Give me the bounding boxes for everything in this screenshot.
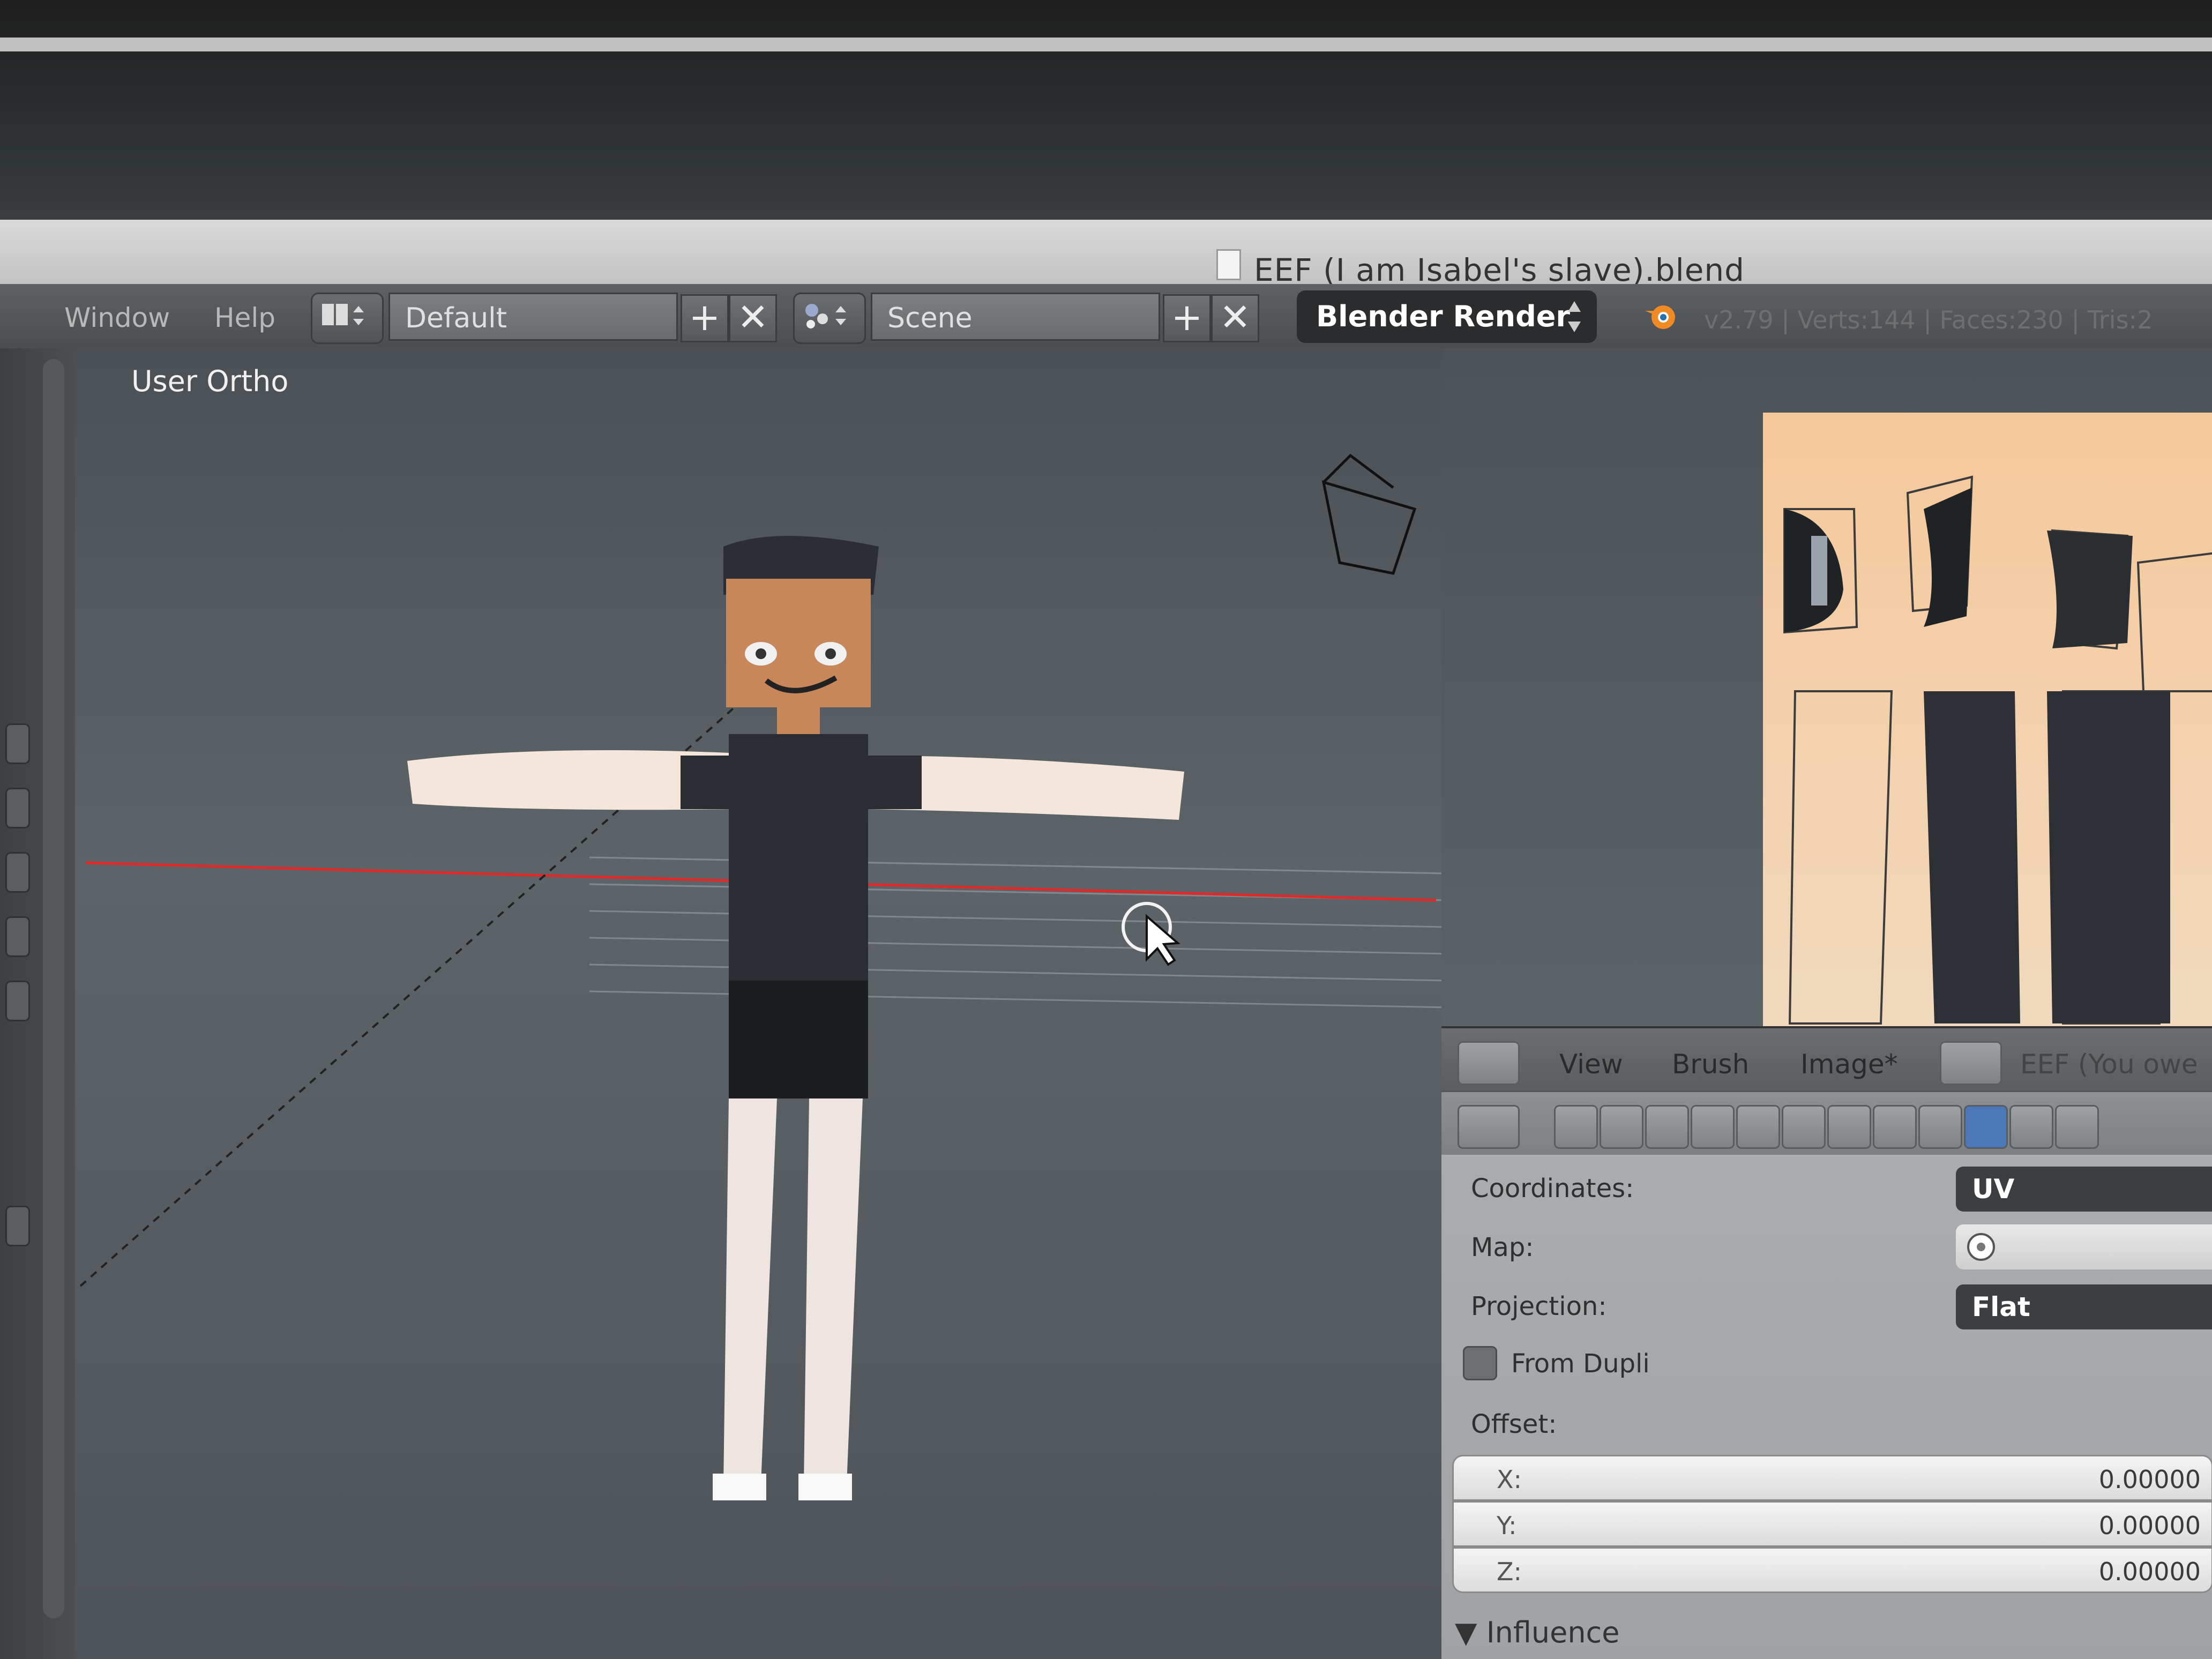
render-engine-label: Blender Render	[1316, 300, 1571, 333]
projection-label: Projection:	[1471, 1291, 1607, 1321]
scene-selector-button[interactable]	[793, 293, 866, 344]
scene-tab-icon[interactable]	[1645, 1105, 1689, 1149]
offset-x-value: 0.00000	[2098, 1465, 2201, 1494]
uv-islands	[1783, 475, 2212, 1025]
screen-layout-selector-button[interactable]	[311, 293, 384, 344]
constraints-tab-icon[interactable]	[1782, 1105, 1826, 1149]
offset-y-field[interactable]: Y: 0.00000	[1452, 1501, 2212, 1547]
properties-editor-type-selector[interactable]	[1458, 1105, 1520, 1149]
influence-panel-header[interactable]: ▼ Influence	[1455, 1616, 1619, 1649]
uv-editor-header: View Brush Image* EEF (You owe	[1441, 1026, 2212, 1093]
render-layers-tab-icon[interactable]	[1600, 1105, 1643, 1149]
uv-texture-image	[1763, 413, 2212, 1026]
right-editor-stack: View Brush Image* EEF (You owe Coordinat…	[1441, 348, 2212, 1659]
menu-help[interactable]: Help	[214, 302, 275, 333]
character-model	[407, 536, 1184, 1500]
properties-header	[1441, 1090, 2212, 1156]
offset-x-field[interactable]: X: 0.00000	[1452, 1455, 2212, 1501]
coordinates-label: Coordinates:	[1471, 1174, 1634, 1204]
remove-layout-button[interactable]: ✕	[729, 294, 777, 342]
3d-cursor-icon	[1122, 902, 1180, 966]
offset-label: Offset:	[1471, 1409, 1557, 1439]
material-tab-icon[interactable]	[1918, 1105, 1962, 1149]
offset-y-axis: Y:	[1497, 1511, 1517, 1540]
scene-field[interactable]: Scene	[871, 293, 1160, 341]
particles-tab-icon[interactable]	[2009, 1105, 2053, 1149]
add-layout-button[interactable]: +	[681, 294, 729, 342]
camera-object	[1321, 453, 1417, 575]
from-dupli-checkbox[interactable]	[1463, 1346, 1497, 1380]
3d-viewport[interactable]: User Ortho	[0, 348, 1441, 1659]
uv-menu-brush[interactable]: Brush	[1672, 1049, 1749, 1080]
menu-window[interactable]: Window	[64, 302, 170, 333]
offset-z-field[interactable]: Z: 0.00000	[1452, 1547, 2212, 1593]
document-icon	[1216, 249, 1241, 280]
render-engine-selector[interactable]: Blender Render	[1297, 290, 1597, 343]
collapse-triangle-icon: ▼	[1455, 1616, 1477, 1649]
uv-map-icon	[1967, 1233, 1995, 1261]
render-tab-icon[interactable]	[1554, 1105, 1598, 1149]
image-browse-button[interactable]	[1940, 1041, 2002, 1085]
uv-image-editor[interactable]	[1441, 348, 2212, 1026]
window-titlebar: EEF (I am Isabel's slave).blend	[0, 220, 2212, 295]
window-title: EEF (I am Isabel's slave).blend	[1254, 252, 1745, 288]
map-label: Map:	[1471, 1232, 1534, 1262]
projection-dropdown[interactable]: Flat	[1956, 1284, 2212, 1329]
viewport-scene	[79, 453, 1441, 1500]
info-header: Window Help Default + ✕ Scene + ✕ Blende…	[0, 284, 2212, 350]
world-tab-icon[interactable]	[1691, 1105, 1735, 1149]
modifiers-tab-icon[interactable]	[1827, 1105, 1871, 1149]
blender-logo-icon	[1645, 305, 1675, 329]
offset-z-value: 0.00000	[2098, 1557, 2201, 1586]
texture-tab-icon[interactable]	[1964, 1105, 2008, 1149]
editor-type-selector[interactable]	[1458, 1041, 1520, 1085]
updown-arrows-icon	[1568, 301, 1581, 332]
add-scene-button[interactable]: +	[1163, 294, 1211, 342]
image-name-field[interactable]: EEF (You owe	[2020, 1049, 2198, 1080]
uv-menu-view[interactable]: View	[1559, 1049, 1623, 1080]
scene-icon	[805, 304, 846, 328]
monitor-bezel	[0, 0, 2212, 220]
remove-scene-button[interactable]: ✕	[1211, 294, 1259, 342]
data-tab-icon[interactable]	[1873, 1105, 1917, 1149]
coordinates-dropdown[interactable]: UV	[1956, 1167, 2212, 1212]
offset-x-axis: X:	[1497, 1465, 1522, 1494]
object-tab-icon[interactable]	[1736, 1105, 1780, 1149]
offset-y-value: 0.00000	[2098, 1511, 2201, 1540]
map-field[interactable]	[1956, 1224, 2212, 1269]
influence-label: Influence	[1486, 1616, 1620, 1649]
uv-menu-image[interactable]: Image*	[1800, 1049, 1898, 1080]
from-dupli-label: From Dupli	[1511, 1349, 1650, 1379]
monitor-edge	[0, 38, 2212, 51]
offset-z-axis: Z:	[1497, 1557, 1522, 1586]
scene-statistics: v2.79 | Verts:144 | Faces:230 | Tris:2	[1704, 305, 2153, 334]
texture-mapping-panel: Coordinates: UV Map: Projection: Flat Fr…	[1441, 1155, 2212, 1659]
physics-tab-icon[interactable]	[2055, 1105, 2099, 1149]
layout-icon	[322, 304, 364, 325]
screen-layout-field[interactable]: Default	[388, 293, 678, 341]
